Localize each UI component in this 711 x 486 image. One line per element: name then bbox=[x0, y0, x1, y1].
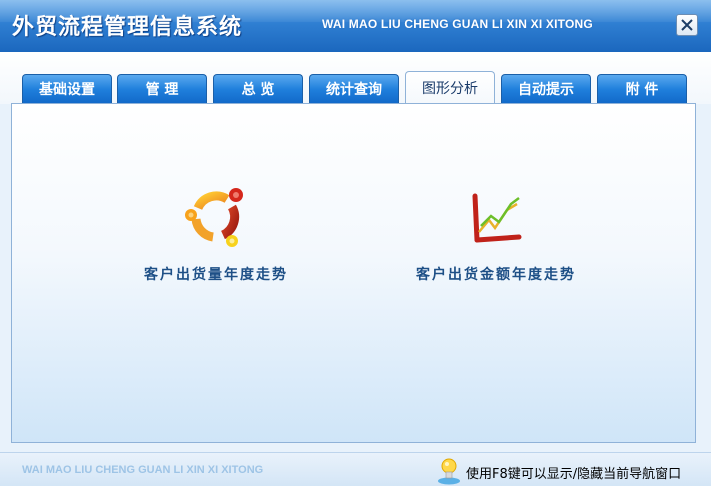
tab-strip: 基础设置 管 理 总 览 统计查询 图形分析 自动提示 附 件 bbox=[0, 52, 711, 105]
customer-shipment-amount-trend[interactable]: 客户出货金额年度走势 bbox=[366, 182, 626, 284]
ubuntu-circle-icon bbox=[185, 188, 243, 247]
status-bar: WAI MAO LIU CHENG GUAN LI XIN XI XITONG … bbox=[0, 452, 711, 486]
main-window: 外贸流程管理信息系统 WAI MAO LIU CHENG GUAN LI XIN… bbox=[0, 0, 711, 486]
tab-management[interactable]: 管 理 bbox=[117, 74, 207, 104]
tab-graph-analysis[interactable]: 图形分析 bbox=[405, 71, 495, 105]
content-panel: 客户出货量年度走势 客户出货金额年度走势 bbox=[11, 103, 696, 443]
tab-auto-prompt[interactable]: 自动提示 bbox=[501, 74, 591, 104]
tab-overview[interactable]: 总 览 bbox=[213, 74, 303, 104]
feature-label: 客户出货金额年度走势 bbox=[416, 267, 576, 283]
title-bar: 外贸流程管理信息系统 WAI MAO LIU CHENG GUAN LI XIN… bbox=[0, 0, 711, 52]
lightbulb-icon bbox=[438, 458, 460, 485]
tab-basic-settings[interactable]: 基础设置 bbox=[22, 74, 112, 104]
customer-shipment-volume-trend[interactable]: 客户出货量年度走势 bbox=[86, 182, 346, 284]
tab-attachments[interactable]: 附 件 bbox=[597, 74, 687, 104]
status-hint: 使用F8键可以显示/隐藏当前导航窗口 bbox=[466, 467, 682, 482]
line-chart-icon bbox=[472, 193, 522, 243]
app-title: 外贸流程管理信息系统 bbox=[12, 15, 243, 40]
status-brand: WAI MAO LIU CHENG GUAN LI XIN XI XITONG bbox=[22, 464, 264, 476]
tab-statistics-query[interactable]: 统计查询 bbox=[309, 74, 399, 104]
app-subtitle: WAI MAO LIU CHENG GUAN LI XIN XI XITONG bbox=[322, 17, 593, 31]
feature-label: 客户出货量年度走势 bbox=[144, 267, 288, 283]
close-button[interactable] bbox=[676, 14, 698, 36]
close-icon bbox=[681, 19, 693, 31]
